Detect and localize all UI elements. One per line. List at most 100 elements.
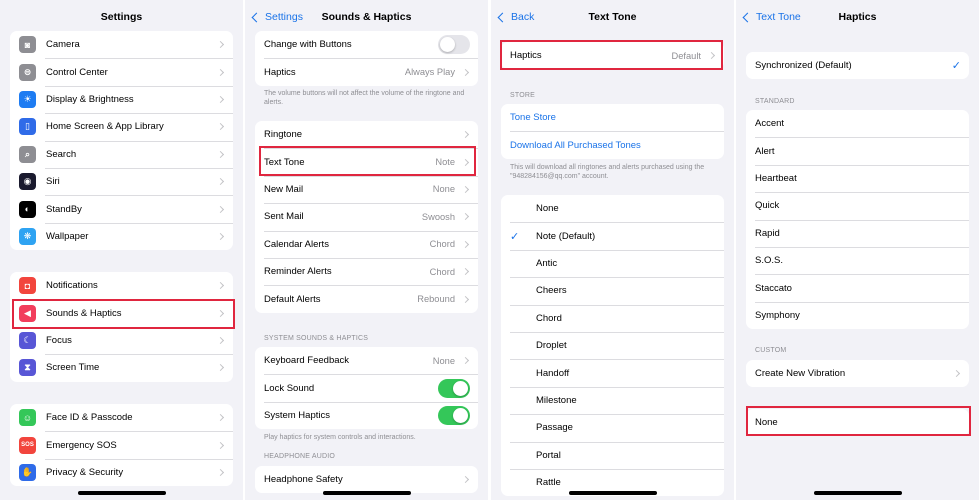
vibration-heartbeat[interactable]: Heartbeat	[746, 164, 969, 192]
text-tone-panel: Back Text Tone Haptics Default STORE Ton…	[491, 0, 734, 500]
lock-sound-toggle[interactable]	[438, 378, 470, 398]
chevron-right-icon	[952, 370, 961, 378]
vibration-quick[interactable]: Quick	[746, 192, 969, 219]
tone-value: Chord	[429, 239, 455, 250]
tone-option-label: Rattle	[536, 477, 561, 489]
settings-item-standby[interactable]: ◐ StandBy	[10, 195, 233, 222]
settings-item-siri[interactable]: ◉ Siri	[10, 167, 233, 195]
hourglass-icon: ⧗	[19, 359, 36, 377]
download-all-row[interactable]: Download All Purchased Tones	[501, 131, 724, 158]
tone-label: Default Alerts	[264, 293, 321, 305]
tone-option-handoff[interactable]: Handoff	[501, 359, 724, 386]
chevron-right-icon	[461, 185, 470, 194]
settings-item-display-brightness[interactable]: ☀ Display & Brightness	[10, 85, 233, 113]
settings-item-control-center[interactable]: ⊜ Control Center	[10, 58, 233, 85]
settings-item-label: Siri	[46, 176, 60, 188]
keyboard-feedback-row[interactable]: Keyboard Feedback None	[255, 347, 478, 374]
vibration-s-o-s[interactable]: S.O.S.	[746, 246, 969, 274]
settings-item-focus[interactable]: ☾ Focus	[10, 326, 233, 354]
vibration-symphony[interactable]: Symphony	[746, 301, 969, 329]
change-with-buttons-toggle[interactable]	[438, 35, 470, 55]
tone-label: New Mail	[264, 183, 304, 195]
chevron-right-icon	[216, 232, 225, 240]
keyboard-feedback-value: None	[432, 355, 455, 366]
chevron-right-icon	[216, 95, 225, 104]
vibration-label: Rapid	[755, 227, 780, 239]
create-new-vibration-row[interactable]: Create New Vibration	[746, 360, 969, 387]
synchronized-row[interactable]: Synchronized (Default) ✓	[746, 52, 969, 79]
download-all-link[interactable]: Download All Purchased Tones	[510, 140, 716, 151]
tone-option-label: Antic	[536, 257, 558, 269]
tone-option-note-default[interactable]: ✓ Note (Default)	[501, 222, 724, 249]
settings-item-wallpaper[interactable]: ❋ Wallpaper	[10, 222, 233, 250]
settings-item-label: Control Center	[46, 66, 108, 78]
settings-group-privacy: ☺ Face ID & Passcode SOS Emergency SOS ✋ Priv…	[10, 404, 233, 487]
page-title: Settings	[100, 11, 143, 23]
tone-row-calendar-alerts[interactable]: Calendar Alerts Chord	[255, 230, 478, 258]
vibration-accent[interactable]: Accent	[746, 110, 969, 137]
tone-option-chord[interactable]: Chord	[501, 304, 724, 332]
chevron-right-icon	[216, 282, 225, 290]
highlight-text-tone	[259, 146, 476, 176]
settings-item-label: Screen Time	[46, 362, 100, 374]
system-haptics-label: System Haptics	[264, 409, 330, 421]
settings-item-label: Privacy & Security	[46, 466, 124, 478]
check-slot: ✓	[510, 230, 536, 243]
tone-option-cheers[interactable]: Cheers	[501, 277, 724, 304]
home-indicator	[77, 491, 166, 495]
standard-group: Accent Alert Heartbeat Quick Rapid S.O.S. Stac…	[746, 110, 969, 330]
tone-row-new-mail[interactable]: New Mail None	[255, 175, 478, 203]
home-screen-icon: ▯	[19, 118, 36, 136]
vibration-rapid[interactable]: Rapid	[746, 219, 969, 247]
headphone-safety-row[interactable]: Headphone Safety	[255, 466, 478, 493]
settings-item-emergency-sos[interactable]: SOS Emergency SOS	[10, 431, 233, 458]
brightness-icon: ☀	[19, 90, 36, 108]
keyboard-feedback-label: Keyboard Feedback	[264, 355, 350, 367]
tone-option-passage[interactable]: Passage	[501, 414, 724, 441]
tone-row-ringtone[interactable]: Ringtone	[255, 121, 478, 148]
home-indicator	[568, 491, 657, 495]
change-with-buttons-row: Change with Buttons	[255, 31, 478, 58]
tone-option-none[interactable]: None	[501, 195, 724, 222]
vibration-label: S.O.S.	[755, 255, 783, 267]
settings-item-notifications[interactable]: ◘ Notifications	[10, 272, 233, 299]
settings-item-camera[interactable]: ◙ Camera	[10, 31, 233, 58]
settings-item-face-id-passcode[interactable]: ☺ Face ID & Passcode	[10, 404, 233, 431]
settings-item-home-screen-app-library[interactable]: ▯ Home Screen & App Library	[10, 113, 233, 140]
tone-store-link[interactable]: Tone Store	[510, 112, 716, 123]
page-title: Text Tone	[588, 11, 637, 23]
vibration-staccato[interactable]: Staccato	[746, 274, 969, 301]
tone-option-label: Droplet	[536, 340, 567, 352]
vibration-label: Alert	[755, 145, 775, 157]
haptics-row[interactable]: Haptics Always Play	[255, 58, 478, 85]
settings-navbar: Settings	[0, 0, 243, 34]
tone-row-sent-mail[interactable]: Sent Mail Swoosh	[255, 203, 478, 230]
tone-row-reminder-alerts[interactable]: Reminder Alerts Chord	[255, 257, 478, 285]
system-haptics-note: Play haptics for system controls and int…	[264, 434, 416, 441]
tone-option-milestone[interactable]: Milestone	[501, 386, 724, 414]
settings-item-label: Search	[46, 148, 77, 160]
page-title: Sounds & Haptics	[321, 11, 412, 23]
tone-option-label: Handoff	[536, 367, 570, 379]
settings-item-screen-time[interactable]: ⧗ Screen Time	[10, 354, 233, 381]
tone-option-portal[interactable]: Portal	[501, 441, 724, 469]
system-sounds-header: SYSTEM SOUNDS & HAPTICS	[264, 335, 369, 342]
haptics-panel: Text Tone Haptics Synchronized (Default)…	[736, 0, 979, 500]
settings-item-privacy-security[interactable]: ✋ Privacy & Security	[10, 458, 233, 486]
notifications-icon: ◘	[19, 277, 36, 295]
chevron-right-icon	[461, 295, 470, 303]
chevron-right-icon	[461, 213, 470, 221]
tone-option-droplet[interactable]: Droplet	[501, 331, 724, 359]
system-haptics-toggle[interactable]	[438, 405, 470, 425]
checkmark-icon: ✓	[510, 230, 520, 243]
tone-option-antic[interactable]: Antic	[501, 249, 724, 277]
tone-option-label: Milestone	[536, 394, 577, 406]
tone-row-default-alerts[interactable]: Default Alerts Rebound	[255, 285, 478, 312]
tone-store-row[interactable]: Tone Store	[501, 104, 724, 131]
vibration-alert[interactable]: Alert	[746, 137, 969, 164]
settings-item-search[interactable]: ⌕ Search	[10, 140, 233, 168]
chevron-right-icon	[216, 468, 225, 477]
wallpaper-icon: ❋	[19, 227, 36, 245]
haptics-value: Always Play	[404, 67, 455, 78]
vibration-label: Heartbeat	[755, 172, 797, 184]
